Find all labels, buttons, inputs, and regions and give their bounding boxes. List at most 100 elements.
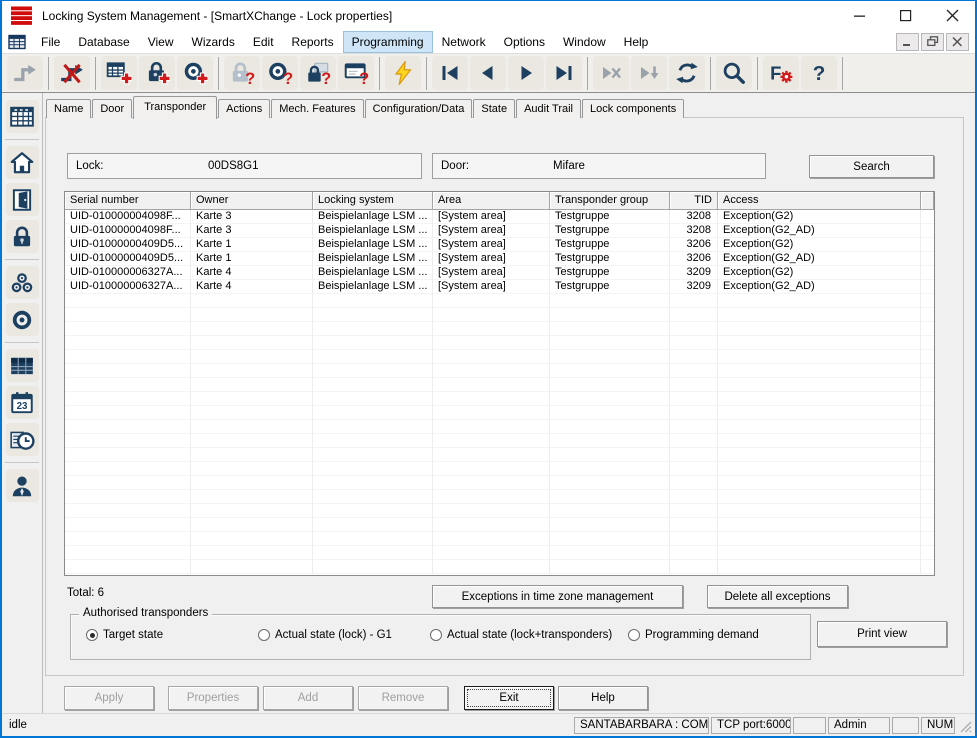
menu-file[interactable]: File [33,32,68,52]
menu-network[interactable]: Network [434,32,494,52]
radio-circle[interactable] [430,629,442,641]
column-header-transponder-group[interactable]: Transponder group [550,192,670,210]
sidebar-user-button[interactable] [6,469,39,502]
maximize-button[interactable] [883,1,929,30]
mdi-window-controls [896,33,969,51]
exceptions-time-zone-button[interactable]: Exceptions in time zone management [432,585,683,608]
close-button[interactable] [929,1,975,30]
radio-circle[interactable] [258,629,270,641]
new-transponder-button[interactable] [177,56,213,90]
table-cell-stub [921,406,934,420]
tab-state[interactable]: State [473,99,515,118]
delete-all-exceptions-button[interactable]: Delete all exceptions [707,585,848,608]
table-cell: [System area] [433,224,550,238]
table-cell: UID-01000000409D5... [65,252,191,266]
sidebar-building-button[interactable] [6,146,39,179]
toolbar-separator [842,57,843,90]
tab-audit-trail[interactable]: Audit Trail [516,99,581,118]
minimize-button[interactable] [837,1,883,30]
mdi-restore-button[interactable] [921,33,944,51]
exit-button[interactable]: Exit [464,686,554,710]
table-cell-stub [921,364,934,378]
table-cell: [System area] [433,210,550,224]
search-button-toolbar[interactable] [716,56,752,90]
table-cell-stub [921,294,934,308]
read-mifare-lock-button[interactable]: ? [300,56,336,90]
help-button[interactable]: Help [558,686,648,710]
column-header-area[interactable]: Area [433,192,550,210]
mdi-close-button[interactable] [946,33,969,51]
radio-actual-state-lock-g1[interactable]: Actual state (lock) - G1 [258,629,392,641]
sidebar-transponder-groups-button[interactable] [6,266,39,299]
table-cell [191,364,313,378]
next-record-button[interactable] [508,56,544,90]
table-row[interactable]: UID-010000004098F...Karte 3Beispielanlag… [65,210,934,224]
column-header-owner[interactable]: Owner [191,192,313,210]
tab-name[interactable]: Name [46,99,91,118]
tab-configuration-data[interactable]: Configuration/Data [365,99,473,118]
print-view-button[interactable]: Print view [817,621,947,647]
table-row[interactable]: UID-010000006327A...Karte 4Beispielanlag… [65,266,934,280]
radio-circle[interactable] [86,629,98,641]
apply-button: Apply [64,686,154,710]
mdi-minimize-button[interactable] [896,33,919,51]
table-row[interactable]: UID-01000000409D5...Karte 1Beispielanlag… [65,252,934,266]
menu-help[interactable]: Help [616,32,657,52]
status-santabarbara-com3: SANTABARBARA : COM3 [574,717,709,734]
table-cell [670,532,718,546]
tab-actions[interactable]: Actions [218,99,270,118]
column-header-tid[interactable]: TID [670,192,718,210]
new-lock-button[interactable] [139,56,175,90]
refresh-button[interactable] [669,56,705,90]
search-button[interactable]: Search [809,155,934,178]
table-cell [550,518,670,532]
tab-transponder[interactable]: Transponder [133,96,217,119]
menu-programming[interactable]: Programming [344,32,432,52]
radio-circle[interactable] [628,629,640,641]
table-cell [65,504,191,518]
menu-edit[interactable]: Edit [245,32,282,52]
table-row[interactable]: UID-010000006327A...Karte 4Beispielanlag… [65,280,934,294]
first-record-button[interactable] [432,56,468,90]
read-transponder-button[interactable]: ? [262,56,298,90]
menu-window[interactable]: Window [555,32,614,52]
disconnect-button[interactable] [54,56,90,90]
sidebar-time-zone-button[interactable] [6,423,39,456]
table-cell [313,420,433,434]
radio-target-state[interactable]: Target state [86,629,163,641]
column-header-serial-number[interactable]: Serial number [65,192,191,210]
menu-wizards[interactable]: Wizards [184,32,243,52]
table-cell [718,420,921,434]
last-record-button[interactable] [546,56,582,90]
tab-lock-components[interactable]: Lock components [582,99,684,118]
sidebar-list-view-button[interactable] [6,349,39,382]
table-cell-stub [921,448,934,462]
menu-database[interactable]: Database [70,32,137,52]
tab-mech-features[interactable]: Mech. Features [271,99,363,118]
column-header-access[interactable]: Access [718,192,921,210]
sidebar-calendar-button[interactable]: 23 [6,386,39,419]
sidebar-transponder-button[interactable] [6,303,39,336]
sidebar-door-button[interactable] [6,183,39,216]
table-row-empty [65,504,934,518]
radio-actual-state-lock-transponders[interactable]: Actual state (lock+transponders) [430,629,612,641]
program-button[interactable] [385,56,421,90]
new-locking-system-button[interactable] [101,56,137,90]
previous-record-button[interactable] [470,56,506,90]
read-card-button[interactable]: ? [338,56,374,90]
menu-options[interactable]: Options [496,32,553,52]
sidebar-lock-button[interactable] [6,220,39,253]
help-button-toolbar[interactable]: ? [801,56,837,90]
radio-programming-demand[interactable]: Programming demand [628,629,759,641]
column-header-locking-system[interactable]: Locking system [313,192,433,210]
menu-reports[interactable]: Reports [284,32,342,52]
filter-settings-button[interactable]: F [763,56,799,90]
read-lock-button[interactable]: ? [224,56,260,90]
table-cell [718,448,921,462]
table-row[interactable]: UID-01000000409D5...Karte 1Beispielanlag… [65,238,934,252]
tab-door[interactable]: Door [92,99,132,118]
menu-view[interactable]: View [140,32,182,52]
resize-grip[interactable] [959,717,972,733]
table-row[interactable]: UID-010000004098F...Karte 3Beispielanlag… [65,224,934,238]
sidebar-matrix-button[interactable] [6,100,39,133]
